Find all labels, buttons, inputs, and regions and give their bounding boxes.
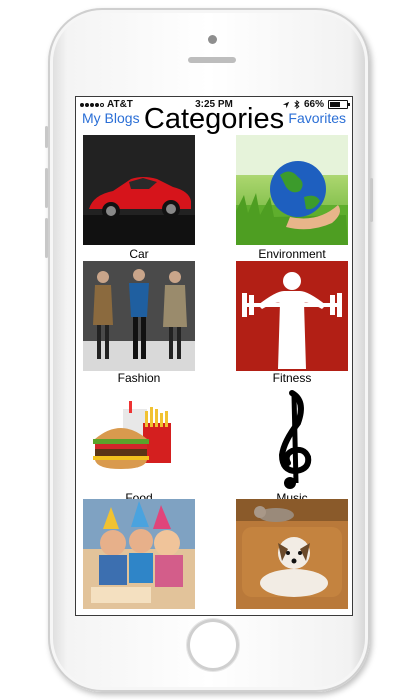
earth-in-hand-image bbox=[236, 135, 348, 245]
volume-up-button bbox=[45, 168, 48, 208]
category-pets-tile[interactable] bbox=[236, 499, 348, 609]
burger-fries-drink-image bbox=[93, 401, 171, 469]
favorites-button[interactable]: Favorites bbox=[288, 110, 346, 126]
category-car-tile[interactable] bbox=[83, 135, 195, 245]
power-button bbox=[370, 178, 373, 222]
category-fitness-tile[interactable] bbox=[236, 261, 348, 371]
volume-down-button bbox=[45, 218, 48, 258]
category-label: Environment bbox=[258, 247, 326, 261]
category-party-tile[interactable] bbox=[83, 499, 195, 609]
treble-clef-image bbox=[278, 390, 312, 489]
mute-switch bbox=[45, 126, 48, 148]
dog-on-couch-image bbox=[236, 499, 348, 609]
birthday-party-image bbox=[83, 499, 195, 609]
category-environment-tile[interactable] bbox=[236, 135, 348, 245]
navigation-bar: My Blogs Categories Favorites bbox=[76, 103, 352, 137]
home-button[interactable] bbox=[187, 619, 239, 671]
front-camera bbox=[208, 35, 217, 44]
app-screen: AT&T 3:25 PM 66% My Blogs Categories Fav… bbox=[75, 96, 353, 616]
fashion-runway-image bbox=[83, 261, 195, 371]
category-food-tile[interactable] bbox=[83, 387, 195, 497]
earpiece-speaker bbox=[188, 57, 236, 63]
category-label: Car bbox=[129, 247, 149, 261]
category-fashion-tile[interactable] bbox=[83, 261, 195, 371]
category-label: Fitness bbox=[272, 371, 312, 385]
car-image bbox=[83, 135, 195, 245]
category-label: Fashion bbox=[117, 371, 161, 385]
category-music-tile[interactable] bbox=[236, 387, 348, 497]
weightlifter-image bbox=[236, 261, 348, 371]
